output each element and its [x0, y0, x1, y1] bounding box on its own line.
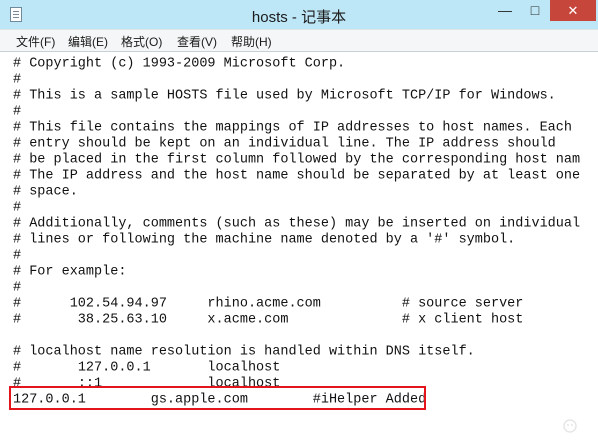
minimize-button[interactable]: —: [490, 0, 520, 21]
text-line: # For example:: [13, 264, 127, 280]
text-line: #: [13, 200, 22, 216]
text-line: # be placed in the first column followed…: [13, 152, 581, 168]
close-button[interactable]: ✕: [550, 0, 596, 21]
menu-edit[interactable]: 编辑(E): [68, 33, 108, 50]
menu-help[interactable]: 帮助(H): [231, 33, 272, 50]
text-line: # localhost name resolution is handled w…: [13, 344, 475, 360]
text-line: # 38.25.63.10 x.acme.com # x client host: [13, 312, 524, 328]
text-line: # This file contains the mappings of IP …: [13, 120, 572, 136]
text-line: #: [13, 104, 22, 120]
text-line: # 127.0.0.1 localhost: [13, 360, 281, 376]
menu-view[interactable]: 查看(V): [177, 33, 217, 50]
menu-bar: 文件(F) 编辑(E) 格式(O) 查看(V) 帮助(H): [0, 29, 598, 51]
text-editor-area[interactable]: # Copyright (c) 1993-2009 Microsoft Corp…: [0, 51, 598, 441]
text-line: #: [13, 72, 22, 88]
text-line: # lines or following the machine name de…: [13, 232, 516, 248]
text-line: # ::1 localhost: [13, 376, 281, 392]
notepad-window: hosts - 记事本 — □ ✕ 文件(F) 编辑(E) 格式(O) 查看(V…: [0, 0, 598, 441]
text-line: # space.: [13, 184, 78, 200]
menu-format[interactable]: 格式(O): [121, 33, 162, 50]
text-line: # This is a sample HOSTS file used by Mi…: [13, 88, 556, 104]
added-host-line: 127.0.0.1 gs.apple.com #iHelper Added: [13, 392, 427, 408]
watermark-logo-icon: [563, 419, 577, 433]
text-line: # 102.54.94.97 rhino.acme.com # source s…: [13, 296, 524, 312]
text-line: # entry should be kept on an individual …: [13, 136, 556, 152]
text-line: # The IP address and the host name shoul…: [13, 168, 581, 184]
maximize-button[interactable]: □: [520, 0, 550, 21]
text-line: # Copyright (c) 1993-2009 Microsoft Corp…: [13, 56, 346, 72]
menu-file[interactable]: 文件(F): [16, 33, 55, 50]
text-line: #: [13, 248, 22, 264]
title-bar[interactable]: hosts - 记事本 — □ ✕: [0, 0, 598, 29]
text-line: #: [13, 280, 22, 296]
text-line: # Additionally, comments (such as these)…: [13, 216, 581, 232]
